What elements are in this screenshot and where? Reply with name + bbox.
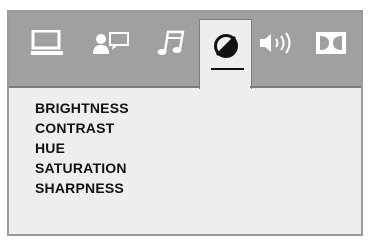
active-tab-indicator bbox=[211, 68, 244, 70]
menu-item-brightness[interactable]: BRIGHTNESS bbox=[35, 98, 129, 118]
music-note-icon bbox=[156, 29, 186, 57]
video-adjust-icon bbox=[213, 33, 239, 59]
menu-item-sharpness[interactable]: SHARPNESS bbox=[35, 178, 129, 198]
tab-bar bbox=[9, 12, 361, 89]
tab-audio[interactable] bbox=[151, 12, 191, 74]
menu-item-contrast[interactable]: CONTRAST bbox=[35, 118, 129, 138]
tab-divider-left bbox=[9, 86, 199, 88]
video-settings-menu: BRIGHTNESS CONTRAST HUE SATURATION SHARP… bbox=[35, 98, 129, 198]
tab-speaker[interactable] bbox=[255, 12, 301, 74]
menu-item-saturation[interactable]: SATURATION bbox=[35, 158, 129, 178]
tab-dolby[interactable] bbox=[311, 12, 351, 74]
user-speech-icon bbox=[92, 30, 132, 56]
tab-general[interactable] bbox=[27, 12, 67, 74]
tab-video[interactable] bbox=[199, 19, 252, 89]
tab-language[interactable] bbox=[89, 12, 135, 74]
menu-item-hue[interactable]: HUE bbox=[35, 138, 129, 158]
tab-divider-right bbox=[250, 86, 361, 88]
monitor-icon bbox=[31, 30, 63, 56]
dolby-icon bbox=[315, 31, 347, 55]
speaker-icon bbox=[258, 31, 298, 55]
setup-menu-window: BRIGHTNESS CONTRAST HUE SATURATION SHARP… bbox=[7, 10, 363, 236]
